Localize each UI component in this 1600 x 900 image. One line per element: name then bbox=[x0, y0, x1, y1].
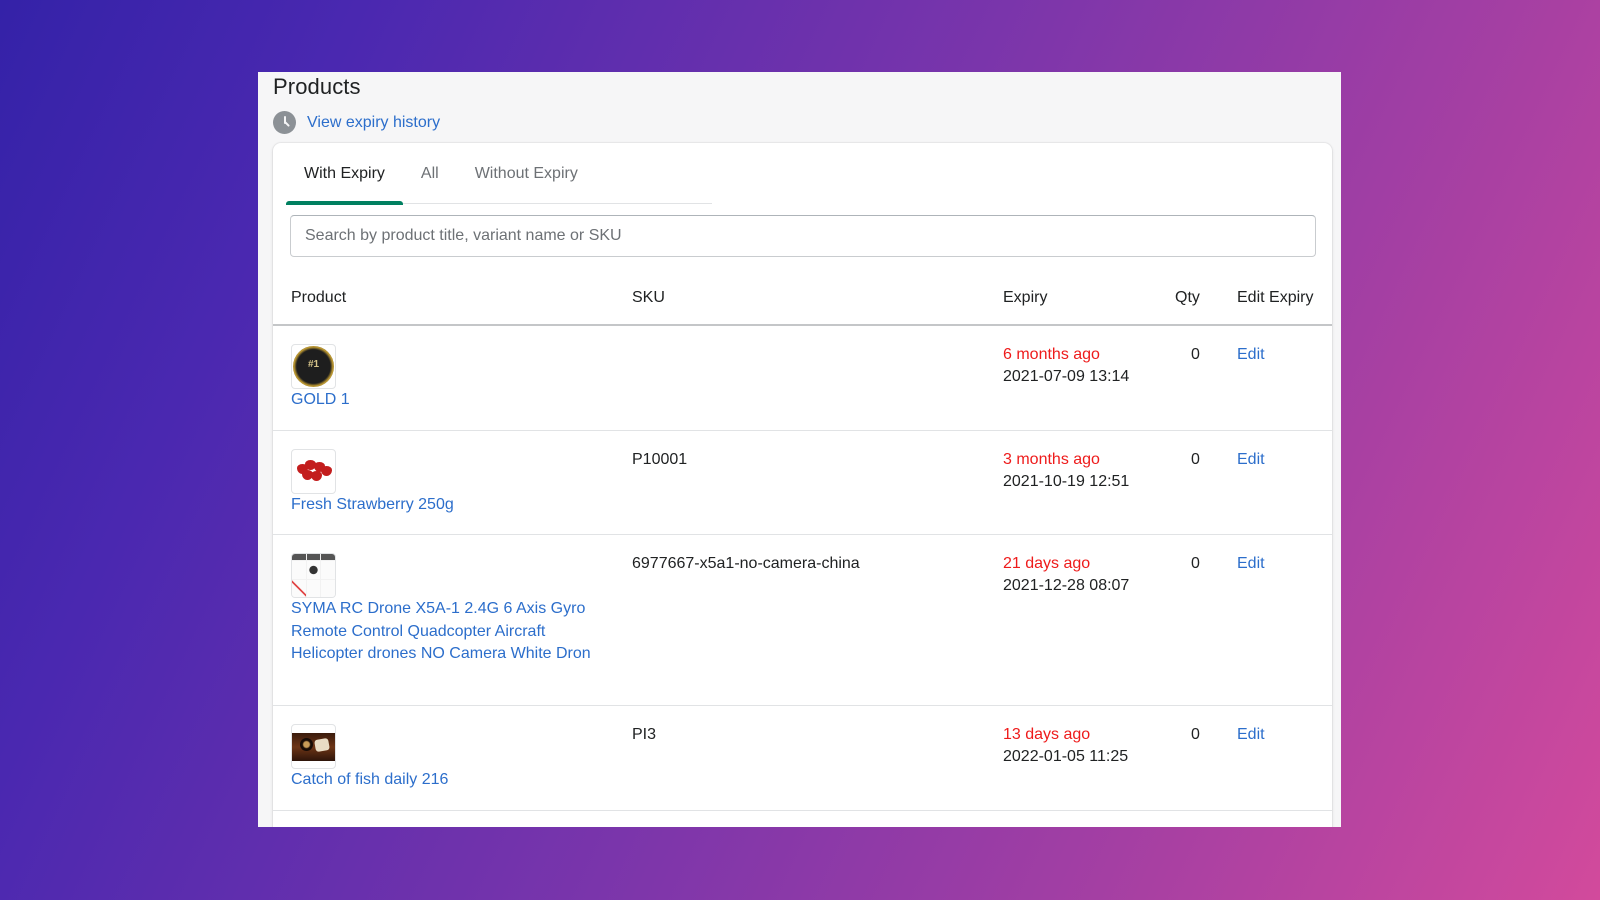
edit-expiry-link[interactable]: Edit bbox=[1237, 451, 1265, 468]
products-table: Product SKU Expiry Qty Edit Expiry #1 GO… bbox=[273, 271, 1332, 827]
product-thumbnail-strawberry[interactable] bbox=[291, 448, 336, 494]
expiry-tabs: With Expiry All Without Expiry bbox=[286, 143, 712, 205]
product-thumbnail-coffee[interactable] bbox=[291, 724, 336, 769]
header-product[interactable]: Product bbox=[273, 271, 632, 326]
sku-value: 6977667-x5a1-no-camera-china bbox=[632, 555, 860, 572]
edit-expiry-link[interactable]: Edit bbox=[1237, 555, 1265, 572]
product-link[interactable]: Catch of fish daily 216 bbox=[291, 769, 591, 792]
expiry-date: 2021-12-28 08:07 bbox=[1003, 577, 1130, 594]
qty-value: 0 bbox=[1191, 726, 1200, 743]
header-edit-expiry: Edit Expiry bbox=[1237, 271, 1332, 326]
edit-expiry-link[interactable]: Edit bbox=[1237, 346, 1265, 363]
header-qty[interactable]: Qty bbox=[1175, 271, 1237, 326]
expiry-relative: 6 months ago bbox=[1003, 346, 1100, 363]
header-sku[interactable]: SKU bbox=[632, 271, 1003, 326]
sku-value bbox=[632, 326, 1003, 362]
expiry-history-row: View expiry history bbox=[273, 111, 440, 134]
table-row: Catch of fish daily 216 PI3 13 days ago … bbox=[273, 705, 1332, 811]
product-thumbnail-gold[interactable]: #1 bbox=[291, 344, 336, 389]
product-link[interactable]: Fresh Strawberry 250g bbox=[291, 494, 591, 517]
table-row: SYMA RC Drone X5A-1 2.4G 6 Axis Gyro Rem… bbox=[273, 534, 1332, 706]
sku-value: PI3 bbox=[632, 726, 657, 743]
expiry-date: 2021-10-19 12:51 bbox=[1003, 472, 1130, 490]
expiry-relative: 21 days ago bbox=[1003, 555, 1091, 572]
clock-icon bbox=[273, 111, 296, 134]
tab-without-expiry[interactable]: Without Expiry bbox=[457, 143, 596, 204]
table-row-partial bbox=[273, 810, 1332, 827]
qty-value: 0 bbox=[1191, 346, 1200, 363]
product-link[interactable]: SYMA RC Drone X5A-1 2.4G 6 Axis Gyro Rem… bbox=[291, 598, 591, 666]
header-expiry[interactable]: Expiry bbox=[1003, 271, 1175, 326]
qty-value: 0 bbox=[1191, 555, 1200, 572]
expiry-date: 2021-07-09 13:14 bbox=[1003, 368, 1130, 385]
table-row: Fresh Strawberry 250g P10001 3 months ag… bbox=[273, 430, 1332, 535]
table-header-row: Product SKU Expiry Qty Edit Expiry bbox=[273, 271, 1332, 326]
app-window: Products View expiry history With Expiry… bbox=[258, 72, 1341, 827]
sku-value: P10001 bbox=[632, 450, 688, 468]
product-thumbnail-drone[interactable] bbox=[291, 553, 336, 598]
table-row: #1 GOLD 1 6 months ago 2021-07-09 13:14 bbox=[273, 325, 1332, 431]
qty-value: 0 bbox=[1191, 450, 1200, 468]
product-search-input[interactable] bbox=[290, 215, 1316, 257]
expiry-relative: 13 days ago bbox=[1003, 726, 1091, 743]
tab-all[interactable]: All bbox=[403, 143, 457, 204]
view-expiry-history-link[interactable]: View expiry history bbox=[307, 114, 440, 132]
expiry-date: 2022-01-05 11:25 bbox=[1003, 748, 1129, 765]
page-title: Products bbox=[273, 74, 361, 99]
product-link[interactable]: GOLD 1 bbox=[291, 389, 591, 412]
edit-expiry-link[interactable]: Edit bbox=[1237, 726, 1265, 743]
tab-with-expiry[interactable]: With Expiry bbox=[286, 143, 403, 205]
expiry-relative: 3 months ago bbox=[1003, 450, 1100, 468]
products-card: With Expiry All Without Expiry Product S… bbox=[273, 143, 1332, 827]
